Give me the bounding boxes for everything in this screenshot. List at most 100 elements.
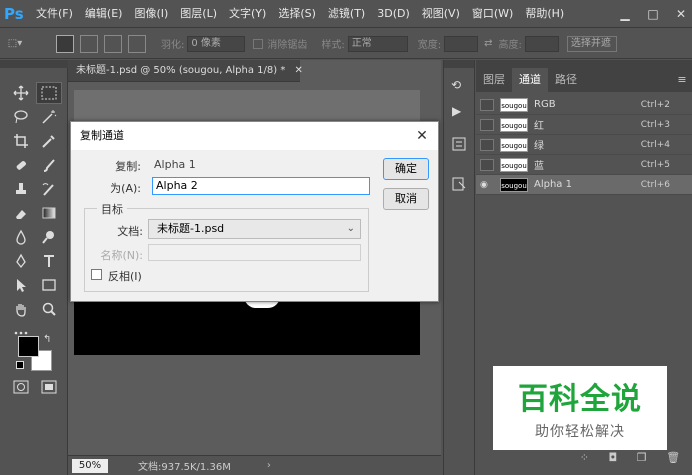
style-label: 样式: [321, 40, 345, 51]
magic-wand-icon[interactable] [36, 106, 62, 128]
channel-thumbnail: sougou [500, 157, 528, 172]
collapsed-panels: ⟲ ▶ [443, 60, 475, 475]
document-select[interactable]: 未标题-1.psd ⌄ [148, 219, 361, 239]
antialias-checkbox[interactable] [253, 38, 264, 49]
watermark-subtitle: 助你轻松解决 [535, 424, 625, 440]
move-tool-icon[interactable] [8, 82, 34, 104]
channel-shortcut: Ctrl+6 [640, 179, 670, 190]
tab-paths[interactable]: 路径 [548, 68, 584, 92]
menu-item[interactable]: 滤镜(T) [322, 0, 371, 28]
menu-item[interactable]: 选择(S) [272, 0, 322, 28]
zoom-level-field[interactable]: 50% [72, 458, 108, 473]
history-brush-icon[interactable] [36, 178, 62, 200]
channel-shortcut: Ctrl+5 [640, 159, 670, 170]
blur-tool-icon[interactable] [8, 226, 34, 248]
hand-tool-icon[interactable] [8, 298, 34, 320]
document-tab[interactable]: 未标题-1.psd @ 50% (sougou, Alpha 1/8) * ✕ [68, 60, 303, 82]
invert-checkbox[interactable] [91, 269, 102, 280]
healing-brush-icon[interactable] [8, 154, 34, 176]
brush-tool-icon[interactable] [36, 154, 62, 176]
menu-bar: Ps 文件(F) 编辑(E) 图像(I) 图层(L) 文字(Y) 选择(S) 滤镜(T) 3D… [0, 0, 692, 28]
type-tool-icon[interactable] [36, 250, 62, 272]
dialog-close-icon[interactable]: ✕ [412, 126, 432, 146]
lasso-tool-icon[interactable] [8, 106, 34, 128]
dodge-tool-icon[interactable] [36, 226, 62, 248]
menu-item[interactable]: 帮助(H) [519, 0, 570, 28]
menu-item[interactable]: 窗口(W) [466, 0, 519, 28]
eyedropper-icon[interactable] [36, 130, 62, 152]
marquee-preset-icon[interactable]: ⬚▾ [0, 38, 30, 49]
menu-item[interactable]: 视图(V) [416, 0, 466, 28]
load-selection-icon[interactable]: ⁘ [580, 451, 589, 469]
antialias-label: 消除锯齿 [267, 40, 308, 51]
add-selection-icon[interactable] [80, 34, 98, 53]
maximize-icon[interactable]: □ [642, 3, 664, 25]
menu-item[interactable]: 图层(L) [174, 0, 223, 28]
pen-tool-icon[interactable] [8, 250, 34, 272]
intersect-selection-icon[interactable] [128, 34, 146, 53]
height-input[interactable] [524, 35, 559, 52]
tab-layers[interactable]: 图层 [476, 68, 512, 92]
save-selection-icon[interactable]: ◘ [609, 451, 618, 469]
swap-colors-icon[interactable]: ↰ [43, 334, 51, 345]
screen-mode-icon[interactable] [36, 376, 62, 398]
tab-channels[interactable]: 通道 [512, 68, 548, 92]
document-info: 文档:937.5K/1.36M [138, 462, 231, 473]
channel-row[interactable]: ◉ sougou Alpha 1 Ctrl+6 [476, 175, 692, 195]
subtract-selection-icon[interactable] [104, 34, 122, 53]
properties-panel-icon[interactable] [451, 136, 467, 152]
channel-row[interactable]: sougou RGB Ctrl+2 [476, 95, 692, 115]
collapsed-panels-header [444, 60, 474, 68]
watermark: 百科全说 助你轻松解决 [493, 366, 667, 450]
panel-menu-icon[interactable]: ≡ [672, 68, 692, 92]
adjustments-panel-icon[interactable] [451, 176, 467, 192]
canvas-alpha-black[interactable] [74, 300, 420, 355]
eraser-tool-icon[interactable] [8, 202, 34, 224]
visibility-toggle[interactable] [480, 98, 494, 111]
cancel-button[interactable]: 取消 [383, 188, 429, 210]
close-window-icon[interactable]: ✕ [670, 3, 692, 25]
eye-icon[interactable]: ◉ [480, 179, 494, 191]
channel-row[interactable]: sougou 蓝 Ctrl+5 [476, 155, 692, 175]
status-menu-arrow-icon[interactable]: › [267, 460, 271, 471]
ok-button[interactable]: 确定 [383, 158, 429, 180]
width-input[interactable] [444, 35, 479, 52]
marquee-tool-icon[interactable] [36, 82, 62, 104]
path-selection-icon[interactable] [8, 274, 34, 296]
visibility-toggle[interactable] [480, 158, 494, 171]
crop-tool-icon[interactable] [8, 130, 34, 152]
minimize-icon[interactable]: ▁ [614, 3, 636, 25]
channel-row[interactable]: sougou 绿 Ctrl+4 [476, 135, 692, 155]
swap-icon[interactable]: ⇄ [484, 38, 492, 49]
menu-item[interactable]: 文件(F) [30, 0, 79, 28]
channel-name-input[interactable]: Alpha 2 [152, 177, 370, 195]
channel-row[interactable]: sougou 红 Ctrl+3 [476, 115, 692, 135]
select-and-mask-button[interactable]: 选择并遮 [566, 35, 617, 52]
clone-stamp-icon[interactable] [8, 178, 34, 200]
close-tab-icon[interactable]: ✕ [295, 65, 303, 76]
actions-play-icon[interactable]: ▶ [452, 104, 468, 120]
zoom-tool-icon[interactable] [36, 298, 62, 320]
menu-item[interactable]: 3D(D) [371, 0, 416, 28]
quick-mask-icon[interactable] [8, 376, 34, 398]
menu-item[interactable]: 文字(Y) [223, 0, 272, 28]
panel-tabs: 图层 通道 路径 ≡ [476, 68, 692, 92]
style-select[interactable]: 正常 [347, 35, 408, 52]
delete-channel-icon[interactable]: 🗑 [666, 451, 680, 469]
menu-item[interactable]: 编辑(E) [79, 0, 129, 28]
channel-thumbnail: sougou [500, 97, 528, 112]
tools-panel: ↰ [0, 60, 68, 475]
menu-item[interactable]: 图像(I) [128, 0, 174, 28]
foreground-color-swatch[interactable] [18, 336, 39, 357]
rectangle-tool-icon[interactable] [36, 274, 62, 296]
feather-input[interactable]: 0 像素 [187, 35, 246, 52]
gradient-tool-icon[interactable] [36, 202, 62, 224]
visibility-toggle[interactable] [480, 118, 494, 131]
history-panel-icon[interactable]: ⟲ [451, 78, 467, 94]
new-selection-icon[interactable] [56, 34, 74, 53]
visibility-toggle[interactable] [480, 138, 494, 151]
default-colors-icon[interactable] [16, 361, 24, 369]
channel-name: 红 [534, 121, 544, 132]
new-channel-icon[interactable]: ❐ [637, 451, 647, 469]
width-label: 宽度: [417, 40, 442, 51]
